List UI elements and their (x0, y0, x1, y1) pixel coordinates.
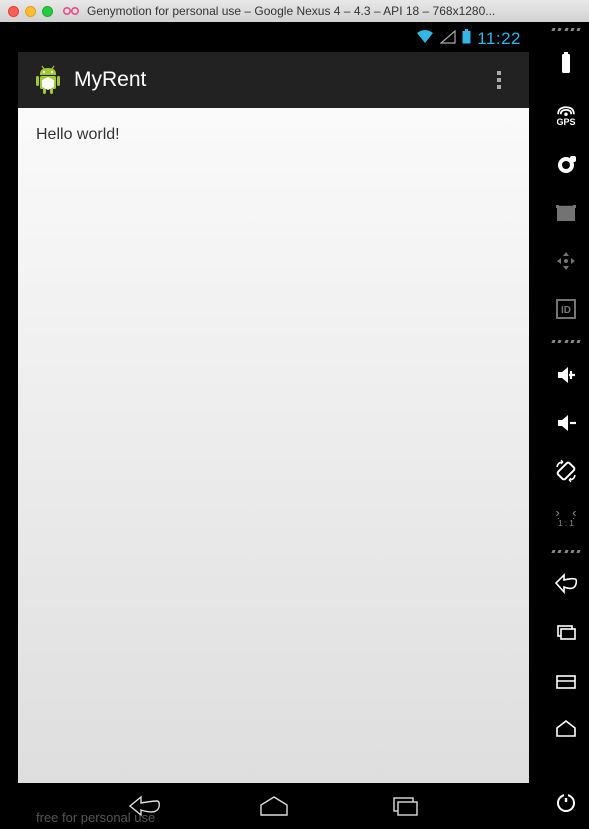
camera-control-button[interactable] (549, 148, 583, 182)
svg-text:ID: ID (561, 305, 571, 316)
body-text: Hello world! (36, 126, 511, 144)
toolbar-grip-icon[interactable] (552, 550, 580, 554)
toolbar-grip-icon[interactable] (552, 28, 580, 32)
power-button[interactable] (549, 785, 583, 819)
watermark-text: free for personal use (36, 810, 155, 825)
dpad-control-button[interactable] (549, 244, 583, 278)
volume-up-button[interactable] (549, 358, 583, 392)
traffic-lights (8, 6, 53, 17)
genymotion-toolbar: GPS ID 1 : 1 (543, 22, 589, 829)
zoom-window-button[interactable] (42, 6, 53, 17)
app-content-area: Hello world! (18, 108, 529, 783)
gps-label: GPS (556, 117, 575, 127)
minimize-window-button[interactable] (25, 6, 36, 17)
app-title: MyRent (74, 68, 479, 92)
toolbar-back-button[interactable] (549, 568, 583, 602)
home-button[interactable] (254, 791, 294, 821)
window-title: Genymotion for personal use – Google Nex… (87, 4, 581, 18)
close-window-button[interactable] (8, 6, 19, 17)
battery-control-button[interactable] (549, 46, 583, 80)
toolbar-recent-button[interactable] (549, 616, 583, 650)
wifi-icon (416, 29, 434, 49)
overflow-menu-button[interactable] (479, 60, 519, 100)
status-clock: 11:22 (477, 29, 521, 49)
window-titlebar: Genymotion for personal use – Google Nex… (0, 0, 589, 22)
toolbar-menu-button[interactable] (549, 664, 583, 698)
android-action-bar: MyRent (18, 52, 529, 108)
screencast-button[interactable] (549, 196, 583, 230)
genymotion-logo-icon (63, 6, 81, 16)
android-nav-bar: free for personal use (18, 783, 529, 829)
volume-down-button[interactable] (549, 406, 583, 440)
battery-icon (462, 29, 471, 49)
android-device-screen: 11:22 (18, 26, 529, 829)
rotate-device-button[interactable] (549, 454, 583, 488)
signal-icon (440, 29, 456, 49)
recent-apps-button[interactable] (384, 791, 424, 821)
toolbar-home-button[interactable] (549, 712, 583, 746)
pixel-perfect-button[interactable]: 1 : 1 (549, 502, 583, 536)
app-launcher-icon (32, 64, 64, 96)
device-id-button[interactable]: ID (549, 292, 583, 326)
android-status-bar[interactable]: 11:22 (18, 26, 529, 52)
toolbar-grip-icon[interactable] (552, 340, 580, 344)
pixel-ratio-label: 1 : 1 (558, 519, 574, 528)
gps-control-button[interactable]: GPS (549, 94, 583, 134)
